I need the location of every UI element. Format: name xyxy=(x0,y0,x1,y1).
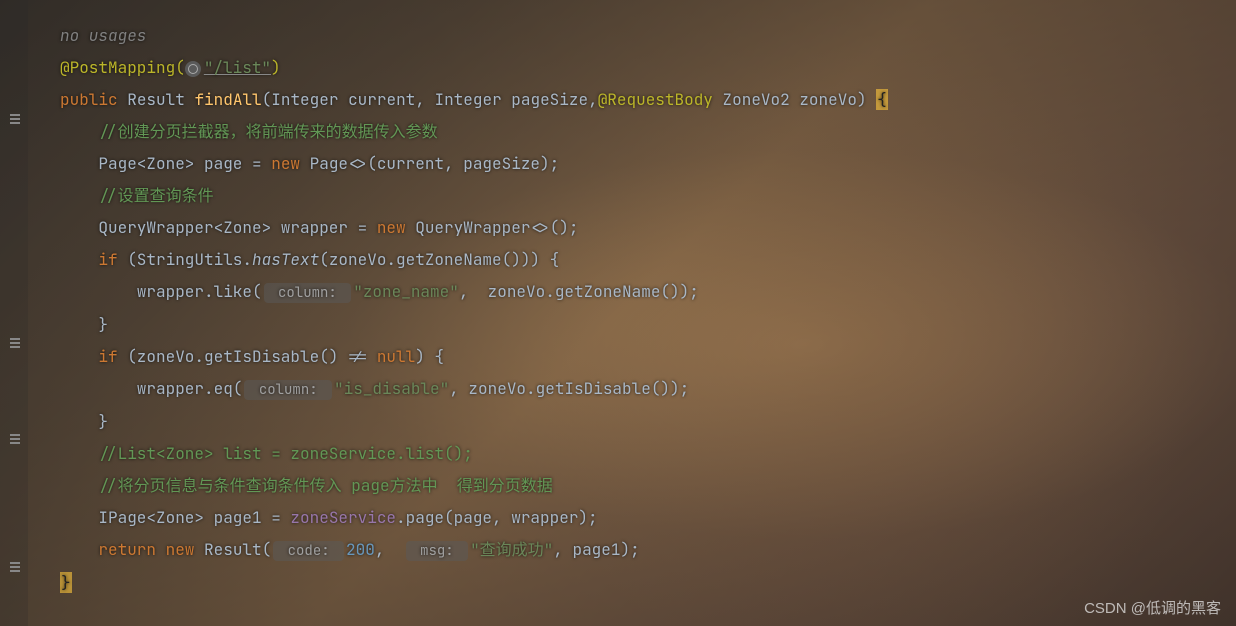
if-statement: if (zoneVo.getIsDisable() != null) { xyxy=(30,341,1236,373)
param-hint-code: code: xyxy=(273,541,344,561)
comment-line: //创建分页拦截器，将前端传来的数据传入参数 xyxy=(30,116,1236,148)
url-mapping[interactable]: "/list" xyxy=(204,57,271,78)
close-brace: } xyxy=(30,309,1236,341)
annotation-line: @PostMapping("/list") xyxy=(30,52,1236,84)
code-statement: IPage<Zone> page1 = zoneService.page(pag… xyxy=(30,502,1236,534)
brace-highlight: } xyxy=(60,572,72,593)
code-statement: wrapper.eq( column: "is_disable", zoneVo… xyxy=(30,373,1236,406)
param-hint-column: column: xyxy=(244,380,332,400)
url-icon[interactable] xyxy=(185,61,201,77)
return-statement: return new Result( code: 200, msg: "查询成功… xyxy=(30,534,1236,567)
code-editor[interactable]: no usages @PostMapping("/list") public R… xyxy=(0,0,1236,599)
annotation-name: @PostMapping xyxy=(60,57,175,78)
if-statement: if (StringUtils.hasText(zoneVo.getZoneNa… xyxy=(30,244,1236,276)
usages-hint: no usages xyxy=(30,20,1236,52)
comment-line: //将分页信息与条件查询条件传入 page方法中 得到分页数据 xyxy=(30,470,1236,502)
comment-line: //设置查询条件 xyxy=(30,180,1236,212)
param-hint-column: column: xyxy=(264,283,352,303)
code-statement: QueryWrapper<Zone> wrapper = new QueryWr… xyxy=(30,212,1236,244)
comment-line: //List<Zone> list = zoneService.list(); xyxy=(30,438,1236,470)
code-statement: wrapper.like( column: "zone_name", zoneV… xyxy=(30,276,1236,309)
param-hint-msg: msg: xyxy=(406,541,468,561)
watermark: CSDN @低调的黑客 xyxy=(1084,597,1221,618)
method-signature: public Result findAll(Integer current, I… xyxy=(30,84,1236,116)
close-brace: } xyxy=(30,406,1236,438)
brace-highlight: { xyxy=(876,89,888,110)
code-statement: Page<Zone> page = new Page<>(current, pa… xyxy=(30,148,1236,180)
method-close-brace: } xyxy=(30,567,1236,599)
